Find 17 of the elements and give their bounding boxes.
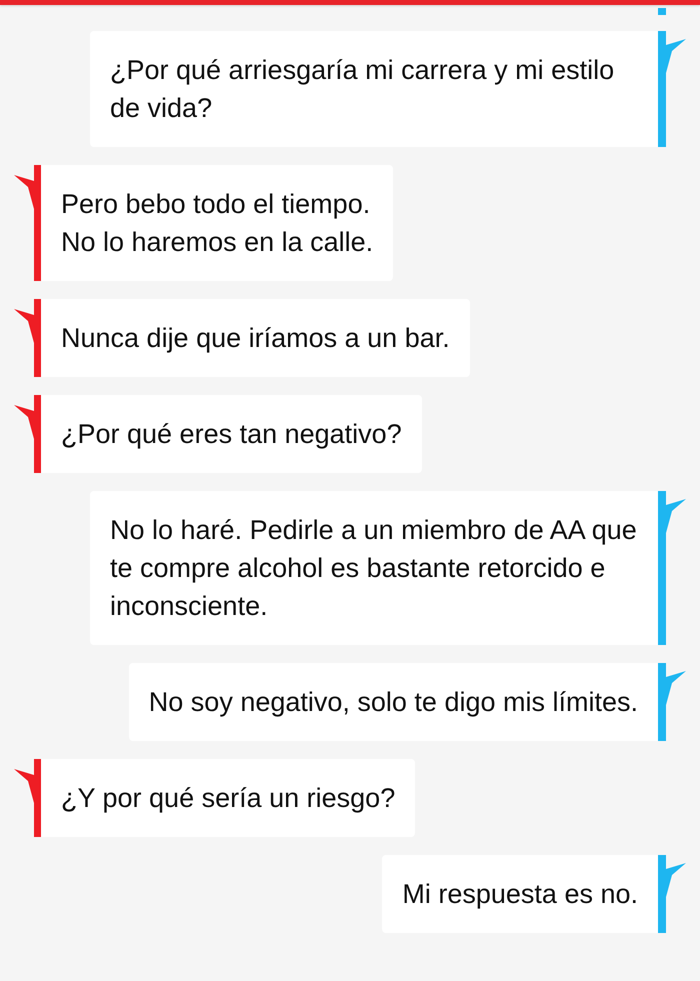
sent-message: No lo haré. Pedirle a un miembro de AA que te compre alcohol es bastante retorcido e inconsciente. <box>90 491 666 645</box>
bubble-tail-icon <box>666 671 686 707</box>
bubble-tail-icon <box>666 39 686 75</box>
received-message: ¿Por qué eres tan negativo? <box>34 395 422 473</box>
bubble-tail-icon <box>14 309 34 345</box>
message-bar-fragment <box>658 8 666 15</box>
received-message: Pero bebo todo el tiempo. No lo haremos en la calle. <box>34 165 394 281</box>
received-message: ¿Y por qué sería un riesgo? <box>34 759 416 837</box>
bubble-tail-icon <box>666 863 686 899</box>
bubble-tail-icon <box>14 769 34 805</box>
bubble-tail-icon <box>666 499 686 535</box>
sent-message: ¿Por qué arriesgaría mi carrera y mi estilo de vida? <box>90 31 666 147</box>
bubble-tail-icon <box>14 405 34 441</box>
sent-message: Mi respuesta es no. <box>382 855 666 933</box>
received-message: Nunca dije que iríamos a un bar. <box>34 299 470 377</box>
bubble-tail-icon <box>14 175 34 211</box>
sent-message: No soy negativo, solo te digo mis límites. <box>128 663 666 741</box>
